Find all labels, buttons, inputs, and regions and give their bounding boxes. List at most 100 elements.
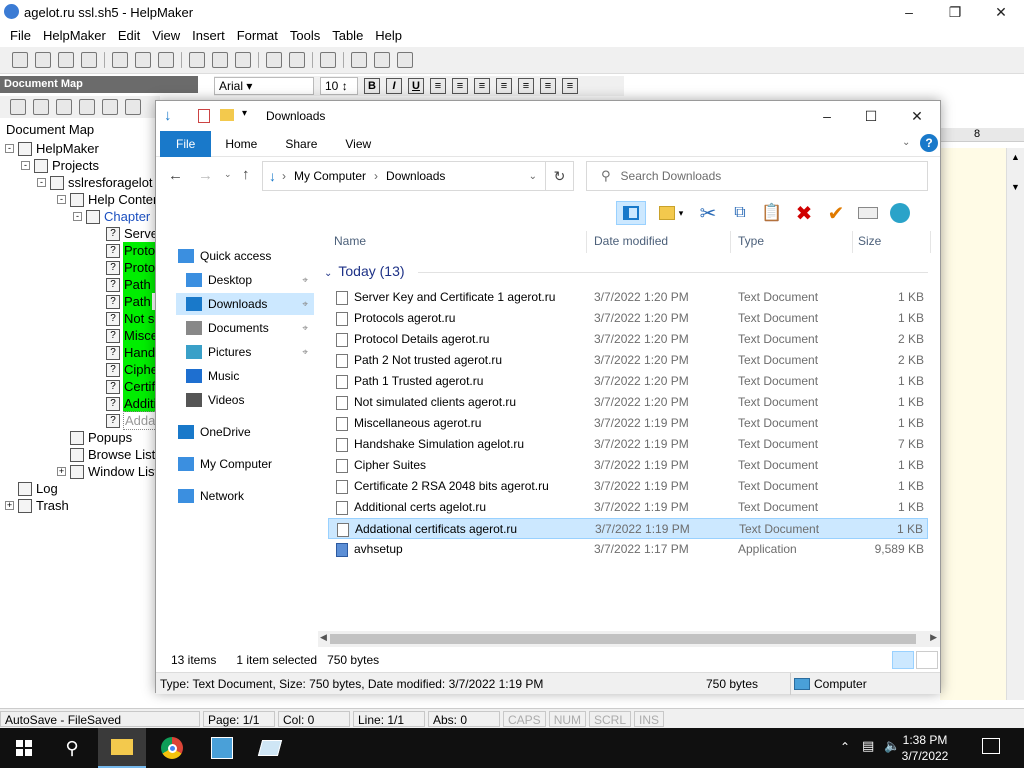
file-row[interactable]: Handshake Simulation agelot.ru 3/7/2022 1…	[328, 434, 928, 455]
tree-node[interactable]: ? Certifi	[106, 378, 159, 395]
copy-icon[interactable]: ⧉	[728, 201, 752, 225]
print-icon[interactable]	[112, 52, 128, 68]
print-preview-icon[interactable]	[135, 52, 151, 68]
tree-node[interactable]: ? Not si	[106, 310, 159, 327]
menu-helpmaker[interactable]: HelpMaker	[43, 28, 106, 43]
copy-icon[interactable]	[212, 52, 228, 68]
align-right-icon[interactable]: ≡	[474, 78, 490, 94]
file-row[interactable]: Miscellaneous agerot.ru 3/7/2022 1:19 PM T…	[328, 413, 928, 434]
search-input[interactable]: ⚲ Search Downloads	[586, 161, 928, 191]
font-size-select[interactable]: 10 ↕	[320, 77, 358, 95]
book-icon[interactable]	[397, 52, 413, 68]
new-folder-icon[interactable]	[220, 109, 234, 121]
scroll-thumb[interactable]	[330, 634, 916, 644]
explorer-minimize-button[interactable]: –	[804, 104, 850, 128]
group-header-today[interactable]: ⌄ Today (13)	[324, 263, 405, 279]
address-bar[interactable]: ↓ › My Computer › Downloads ⌄	[262, 161, 546, 191]
italic-button[interactable]: I	[386, 78, 402, 94]
tree-node[interactable]: ? Misce	[106, 327, 159, 344]
nav-item-documents[interactable]: Documents ⌖	[176, 317, 314, 339]
taskbar-notepad[interactable]	[246, 728, 294, 768]
tree-node[interactable]: Browse List	[70, 446, 156, 463]
show-hidden-icons-icon[interactable]: ⌃	[840, 740, 850, 754]
tree-node[interactable]: ? Addat	[106, 411, 161, 430]
notifications-icon[interactable]	[982, 738, 1000, 754]
menu-insert[interactable]: Insert	[192, 28, 225, 43]
tree-node[interactable]: Projects	[34, 157, 100, 174]
tab-home[interactable]: Home	[211, 131, 271, 157]
bold-button[interactable]: B	[364, 78, 380, 94]
recent-locations-icon[interactable]: ⌄	[224, 169, 232, 180]
nav-item-network[interactable]: Network	[176, 485, 314, 507]
tree-node[interactable]: Trash	[18, 497, 70, 514]
numbering-icon[interactable]: ≡	[518, 78, 534, 94]
taskbar-chrome[interactable]	[148, 728, 196, 768]
tree-node[interactable]: ? Proto	[106, 242, 157, 259]
editor-area[interactable]	[940, 148, 1006, 700]
help-icon[interactable]: ?	[920, 134, 938, 152]
topic-window-icon[interactable]	[125, 99, 141, 115]
tree-node[interactable]: ? Serve	[106, 225, 159, 242]
tree-expander-icon[interactable]: -	[21, 161, 30, 170]
menu-file[interactable]: File	[10, 28, 31, 43]
tree-node[interactable]: Log	[18, 480, 59, 497]
network-globe-icon[interactable]	[888, 201, 912, 225]
network-status-icon[interactable]: ▤	[862, 738, 874, 754]
close-button[interactable]: ✕	[978, 0, 1024, 24]
large-icons-view-icon[interactable]	[916, 651, 938, 669]
menu-edit[interactable]: Edit	[118, 28, 140, 43]
rename-check-icon[interactable]: ✔	[824, 201, 848, 225]
details-view-icon[interactable]	[892, 651, 914, 669]
pin-icon[interactable]: ⌖	[302, 275, 308, 286]
outdent-icon[interactable]: ≡	[562, 78, 578, 94]
tree-node[interactable]: Window List	[70, 463, 159, 480]
clock[interactable]: 1:38 PM 3/7/2022	[900, 732, 950, 764]
menu-view[interactable]: View	[152, 28, 180, 43]
breadcrumb-my-computer[interactable]: My Computer	[294, 169, 366, 183]
up-icon[interactable]: ↑	[242, 166, 250, 183]
tree-node[interactable]: ? Additi	[106, 395, 158, 412]
tree-expander-icon[interactable]: -	[5, 144, 14, 153]
horizontal-scrollbar[interactable]: ◀ ▶	[318, 631, 940, 647]
open-icon[interactable]	[35, 52, 51, 68]
scroll-up-icon[interactable]: ▲	[1011, 152, 1020, 162]
help-icon[interactable]	[374, 52, 390, 68]
file-row[interactable]: Server Key and Certificate 1 agerot.ru 3/…	[328, 287, 928, 308]
nav-item-pictures[interactable]: Pictures ⌖	[176, 341, 314, 363]
menu-help[interactable]: Help	[375, 28, 402, 43]
file-row[interactable]: Addational certificats agerot.ru 3/7/2022…	[328, 518, 928, 539]
font-name-select[interactable]: Arial ▾	[214, 77, 314, 95]
pin-icon[interactable]: ⌖	[302, 323, 308, 334]
search-taskbar-icon[interactable]: ⚲	[48, 728, 96, 768]
file-row[interactable]: Protocol Details agerot.ru 3/7/2022 1:20 …	[328, 329, 928, 350]
file-row[interactable]: Path 1 Trusted agerot.ru 3/7/2022 1:20 PM…	[328, 371, 928, 392]
preview-pane-icon[interactable]	[616, 201, 646, 225]
paste-icon[interactable]: 📋	[760, 201, 784, 225]
collapse-chevron-icon[interactable]: ⌄	[324, 268, 332, 279]
nav-item-music[interactable]: Music	[176, 365, 314, 387]
file-row[interactable]: Certificate 2 RSA 2048 bits agerot.ru 3/7…	[328, 476, 928, 497]
minimize-button[interactable]: –	[886, 0, 932, 24]
editor-vertical-scrollbar[interactable]: ▲ ▼	[1006, 148, 1024, 700]
bullets-icon[interactable]: ≡	[496, 78, 512, 94]
spellcheck-icon[interactable]	[158, 52, 174, 68]
tree-node[interactable]: sslresforagelot	[50, 174, 154, 191]
view-options-icon[interactable]: ▾	[654, 201, 688, 225]
redo-icon[interactable]	[289, 52, 305, 68]
column-divider[interactable]	[730, 231, 731, 253]
tree-node[interactable]: ? Ciphe	[106, 361, 159, 378]
move-down-icon[interactable]	[102, 99, 118, 115]
save-all-icon[interactable]	[81, 52, 97, 68]
new-topic-icon[interactable]	[33, 99, 49, 115]
column-size[interactable]: Size	[858, 234, 881, 248]
column-type[interactable]: Type	[738, 234, 764, 248]
explorer-close-button[interactable]: ✕	[894, 104, 940, 128]
cut-icon[interactable]	[189, 52, 205, 68]
start-button[interactable]	[0, 728, 48, 768]
menu-tools[interactable]: Tools	[290, 28, 320, 43]
column-divider[interactable]	[586, 231, 587, 253]
nav-item-videos[interactable]: Videos	[176, 389, 314, 411]
column-name[interactable]: Name	[334, 234, 366, 248]
tree-node[interactable]: ? Path	[106, 293, 152, 310]
tree-expander-icon[interactable]: -	[37, 178, 46, 187]
